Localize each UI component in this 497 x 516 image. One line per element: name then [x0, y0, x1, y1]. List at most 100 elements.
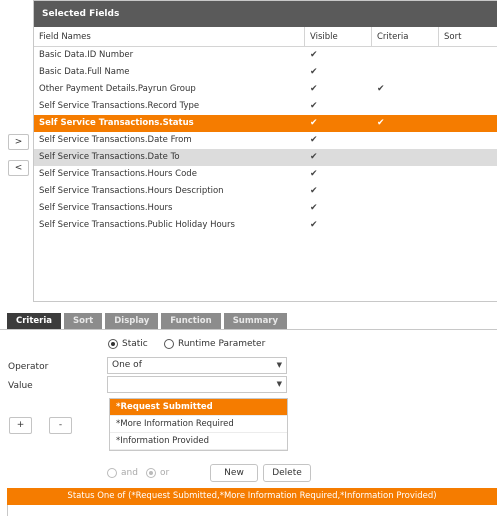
table-row[interactable]: Self Service Transactions.Hours Code ✔	[34, 166, 497, 183]
sort-cell	[438, 132, 497, 149]
criteria-cell: ✔	[377, 84, 385, 94]
table-row[interactable]: Self Service Transactions.Public Holiday…	[34, 217, 497, 234]
value-item-request-submitted[interactable]: *Request Submitted	[110, 399, 287, 416]
or-option[interactable]: or	[146, 468, 169, 478]
field-name-cell: Self Service Transactions.Public Holiday…	[39, 220, 235, 230]
table-row[interactable]: Self Service Transactions.Record Type ✔	[34, 98, 497, 115]
criteria-cell	[371, 47, 438, 64]
value-select[interactable]: ▼	[107, 376, 287, 393]
visible-cell: ✔	[310, 84, 318, 94]
sort-cell	[438, 166, 497, 183]
tab-summary[interactable]: Summary	[223, 313, 288, 329]
visible-cell: ✔	[310, 186, 318, 196]
tab-criteria[interactable]: Criteria	[7, 313, 62, 329]
fields-list: Basic Data.ID Number ✔ Basic Data.Full Nam…	[34, 47, 497, 234]
criteria-cell	[371, 149, 438, 166]
delete-criteria-button[interactable]: Delete	[263, 464, 311, 482]
remove-field-button[interactable]: <	[8, 160, 29, 176]
sort-cell	[438, 115, 497, 132]
chevron-down-icon: ▼	[276, 361, 282, 369]
table-row[interactable]: Self Service Transactions.Date To ✔	[34, 149, 497, 166]
sort-cell	[438, 217, 497, 234]
sort-cell	[438, 81, 497, 98]
and-radio[interactable]	[107, 468, 117, 478]
visible-cell: ✔	[310, 67, 318, 77]
column-criteria[interactable]: Criteria	[371, 27, 438, 46]
tab-divider	[0, 329, 497, 330]
table-row[interactable]: Self Service Transactions.Status ✔ ✔	[34, 115, 497, 132]
tab-function[interactable]: Function	[161, 313, 221, 329]
column-visible[interactable]: Visible	[304, 27, 371, 46]
visible-cell: ✔	[310, 220, 318, 230]
criteria-cell	[371, 132, 438, 149]
sort-cell	[438, 47, 497, 64]
criteria-cell	[371, 64, 438, 81]
and-option[interactable]: and	[107, 468, 138, 478]
visible-cell: ✔	[310, 203, 318, 213]
criteria-cell: ✔	[377, 118, 385, 128]
selected-fields-title: Selected Fields	[34, 1, 497, 27]
static-radio[interactable]	[108, 339, 118, 349]
sort-cell	[438, 64, 497, 81]
criteria-cell	[371, 200, 438, 217]
visible-cell: ✔	[310, 152, 318, 162]
operator-select[interactable]: One of ▼	[107, 357, 287, 374]
field-name-cell: Basic Data.Full Name	[39, 67, 130, 77]
criteria-cell	[371, 183, 438, 200]
table-row[interactable]: Basic Data.Full Name ✔	[34, 64, 497, 81]
field-name-cell: Self Service Transactions.Date From	[39, 135, 192, 145]
criteria-summary[interactable]: Status One of (*Request Submitted,*More …	[7, 488, 497, 505]
value-label: Value	[8, 381, 33, 391]
field-name-cell: Self Service Transactions.Hours Descript…	[39, 186, 224, 196]
value-item-more-information-required[interactable]: *More Information Required	[110, 416, 287, 433]
static-option[interactable]: Static	[108, 339, 148, 349]
field-name-cell: Self Service Transactions.Date To	[39, 152, 180, 162]
add-field-button[interactable]: >	[8, 134, 29, 150]
table-row[interactable]: Basic Data.ID Number ✔	[34, 47, 497, 64]
selected-fields-panel: Selected Fields Field Names Visible Crit…	[33, 0, 497, 302]
criteria-cell	[371, 166, 438, 183]
sort-cell	[438, 200, 497, 217]
add-value-button[interactable]: +	[9, 417, 32, 434]
field-name-cell: Self Service Transactions.Hours Code	[39, 169, 197, 179]
operator-value: One of	[112, 360, 142, 370]
fields-column-header: Field Names Visible Criteria Sort	[34, 27, 497, 47]
table-row[interactable]: Other Payment Details.Payrun Group ✔ ✔	[34, 81, 497, 98]
chevron-down-icon: ▼	[276, 380, 282, 388]
tab-display[interactable]: Display	[105, 313, 159, 329]
field-name-cell: Self Service Transactions.Hours	[39, 203, 173, 213]
field-name-cell: Self Service Transactions.Status	[39, 118, 194, 128]
visible-cell: ✔	[310, 169, 318, 179]
criteria-cell	[371, 217, 438, 234]
table-row[interactable]: Self Service Transactions.Hours Descript…	[34, 183, 497, 200]
sort-cell	[438, 98, 497, 115]
new-criteria-button[interactable]: New	[210, 464, 258, 482]
table-row[interactable]: Self Service Transactions.Date From ✔	[34, 132, 497, 149]
criteria-summary-body	[7, 505, 497, 516]
remove-value-button[interactable]: -	[49, 417, 72, 434]
or-radio[interactable]	[146, 468, 156, 478]
visible-cell: ✔	[310, 118, 318, 128]
field-name-cell: Other Payment Details.Payrun Group	[39, 84, 196, 94]
operator-label: Operator	[8, 362, 49, 372]
visible-cell: ✔	[310, 101, 318, 111]
and-label: and	[121, 468, 138, 478]
or-label: or	[160, 468, 170, 478]
column-sort[interactable]: Sort	[438, 27, 497, 46]
field-name-cell: Self Service Transactions.Record Type	[39, 101, 200, 111]
criteria-tabs: Criteria Sort Display Function Summary	[7, 313, 288, 329]
value-item-information-provided[interactable]: *Information Provided	[110, 433, 287, 450]
visible-cell: ✔	[310, 135, 318, 145]
static-label: Static	[122, 339, 148, 349]
sort-cell	[438, 183, 497, 200]
tab-sort[interactable]: Sort	[64, 313, 103, 329]
runtime-parameter-radio[interactable]	[164, 339, 174, 349]
runtime-parameter-label: Runtime Parameter	[178, 339, 266, 349]
column-field-names[interactable]: Field Names	[34, 27, 304, 46]
table-row[interactable]: Self Service Transactions.Hours ✔	[34, 200, 497, 217]
criteria-cell	[371, 98, 438, 115]
values-list: *Request Submitted *More Information Req…	[109, 398, 288, 451]
runtime-parameter-option[interactable]: Runtime Parameter	[164, 339, 265, 349]
visible-cell: ✔	[310, 50, 318, 60]
field-name-cell: Basic Data.ID Number	[39, 50, 134, 60]
